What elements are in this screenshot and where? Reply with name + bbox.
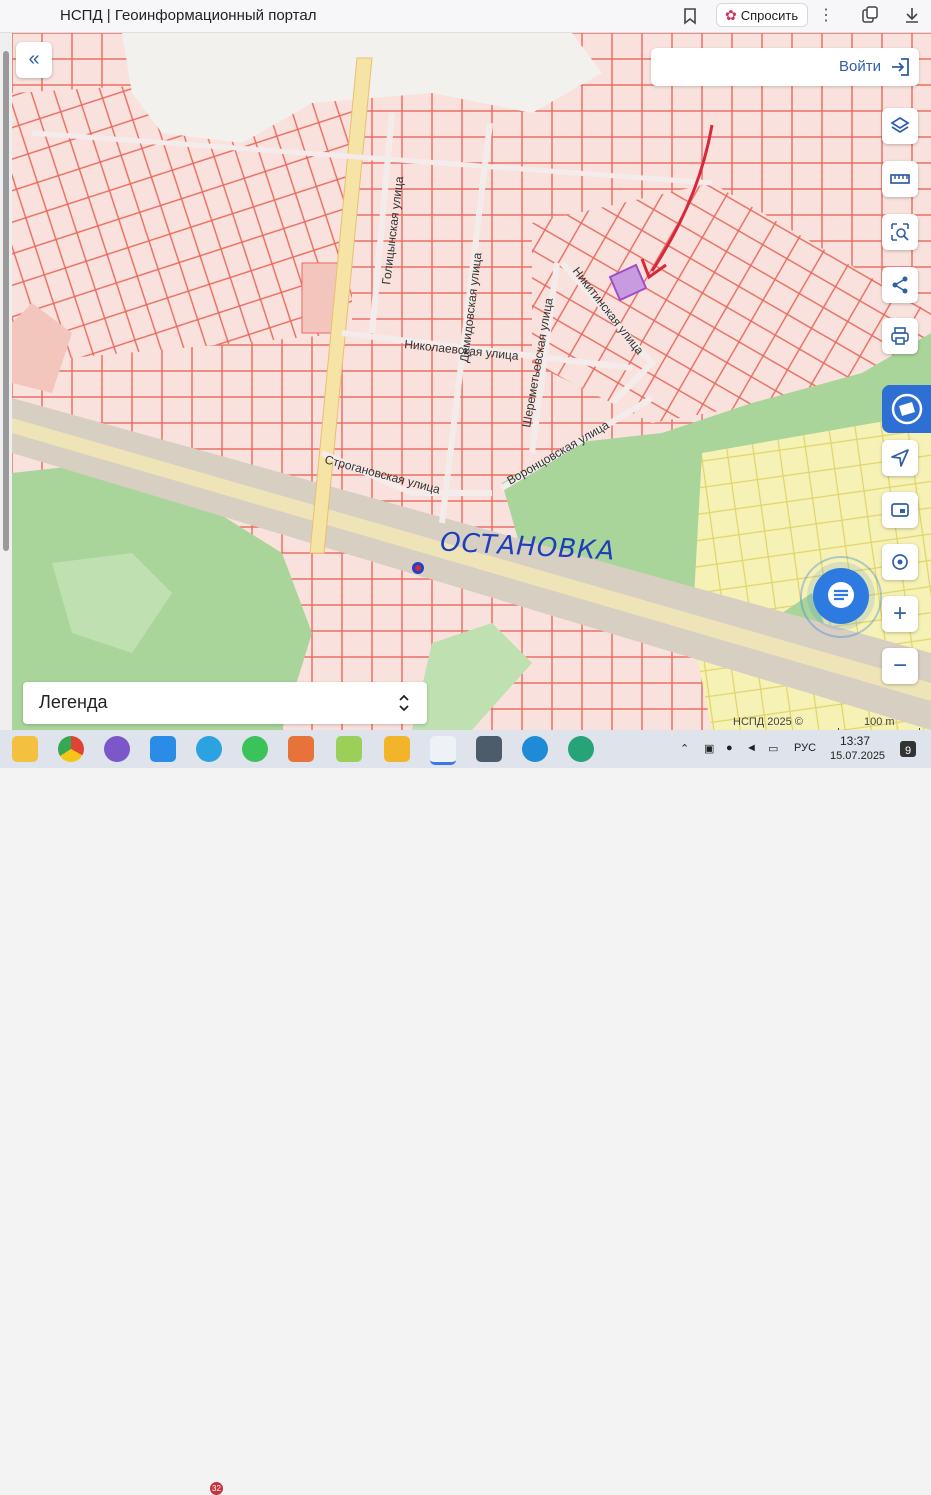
layers-icon	[890, 116, 910, 134]
geolocation-button[interactable]	[882, 544, 918, 580]
file-explorer-icon[interactable]	[12, 736, 38, 762]
page-title: НСПД | Геоинформационный портал	[60, 7, 317, 24]
sparkle-icon: ✿	[725, 6, 737, 23]
locate-button[interactable]	[882, 440, 918, 476]
snipping-tool-icon[interactable]	[430, 736, 456, 765]
legend-label: Легенда	[39, 692, 108, 712]
ask-button[interactable]: ✿ Спросить	[716, 3, 808, 27]
scale-label: 100 m	[864, 716, 895, 728]
volume-icon[interactable]: ◄	[746, 742, 757, 754]
bookmark-icon[interactable]	[680, 6, 700, 26]
share-icon	[892, 276, 908, 294]
extensions-icon[interactable]	[860, 5, 880, 25]
clock-date[interactable]: 15.07.2025	[830, 750, 885, 762]
more-options-icon[interactable]: ⋮	[818, 5, 834, 25]
whatsapp-icon[interactable]	[242, 736, 268, 762]
share-button[interactable]	[882, 267, 918, 303]
store-icon[interactable]	[150, 736, 176, 762]
print-button[interactable]	[882, 318, 918, 354]
cadastral-map[interactable]: Голицынская улица Демидовская улица Нико…	[12, 33, 931, 730]
navigation-arrow-icon	[891, 449, 909, 467]
chevron-up-down-icon	[399, 694, 409, 712]
page-scrollbar[interactable]	[0, 33, 12, 730]
login-icon	[892, 58, 909, 76]
tray-chevron-icon[interactable]: ⌃	[680, 742, 689, 755]
notifications-icon[interactable]: 9	[898, 739, 918, 759]
editor-icon[interactable]	[336, 736, 362, 762]
chat-icon	[828, 582, 854, 608]
browser-toolbar: НСПД | Геоинформационный портал ✿ Спроси…	[0, 0, 931, 33]
microphone-icon[interactable]: ●	[726, 742, 733, 754]
layers-button[interactable]	[882, 108, 918, 144]
login-label: Войти	[839, 58, 881, 75]
edge-beta-icon[interactable]	[568, 736, 594, 762]
download-icon[interactable]	[902, 5, 922, 25]
scrollbar-thumb[interactable]	[3, 51, 9, 551]
login-button[interactable]: Войти	[651, 48, 919, 86]
network-icon[interactable]: ▭	[768, 742, 778, 755]
bus-stop-marker-center	[415, 565, 421, 571]
language-indicator[interactable]: РУС	[794, 742, 816, 754]
portal-logo-button[interactable]	[882, 385, 931, 433]
measure-button[interactable]	[882, 161, 918, 197]
edge-icon[interactable]	[522, 736, 548, 762]
minimap-button[interactable]	[882, 492, 918, 528]
telegram-icon[interactable]	[196, 736, 222, 762]
notes-icon[interactable]	[384, 736, 410, 762]
chat-button[interactable]	[813, 568, 869, 624]
map-canvas: Голицынская улица Демидовская улица Нико…	[12, 33, 931, 730]
minus-icon: −	[892, 652, 907, 679]
plus-icon: +	[892, 600, 907, 627]
camera-icon[interactable]: ▣	[704, 742, 714, 755]
area-search-icon	[891, 223, 909, 241]
zoom-out-button[interactable]: −	[882, 648, 918, 684]
collapse-panel-button[interactable]: «	[16, 42, 52, 78]
app-icon[interactable]	[288, 736, 314, 762]
zoom-in-button[interactable]: +	[882, 596, 918, 632]
map-attribution: НСПД 2025 ©	[733, 716, 803, 728]
ask-button-label: Спросить	[740, 7, 799, 23]
taskbar: 32 ⌃ ▣ ● ◄ ▭ РУС 13:37 15.07.2025 9	[0, 730, 931, 1495]
legend-dropdown[interactable]: Легенда	[23, 682, 427, 724]
printer-icon	[891, 327, 909, 345]
geolocation-icon	[892, 554, 908, 570]
minimap-icon	[891, 503, 909, 517]
clock-time[interactable]: 13:37	[840, 734, 870, 748]
terminal-icon[interactable]	[476, 736, 502, 762]
viber-icon[interactable]	[104, 736, 130, 762]
area-search-button[interactable]	[882, 214, 918, 250]
telegram-badge: 32	[210, 1482, 223, 1495]
notifications-count: 9	[905, 745, 911, 757]
nspd-logo-icon	[891, 393, 923, 425]
chrome-icon[interactable]	[58, 736, 84, 762]
ruler-icon	[890, 174, 910, 184]
